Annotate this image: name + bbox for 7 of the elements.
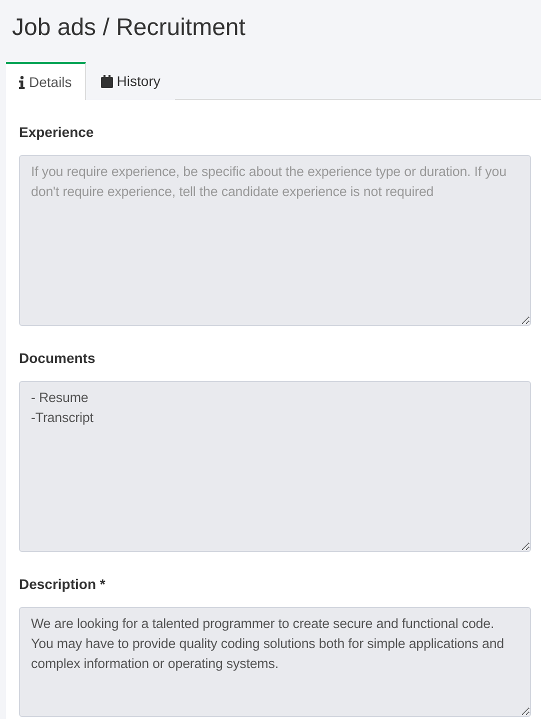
field-label: Documents — [19, 349, 96, 368]
calendar-icon — [100, 74, 113, 88]
field-label: Description * — [19, 575, 106, 594]
field-label: Experience — [19, 123, 95, 142]
page-title: Job ads / Recruitment — [11, 13, 246, 43]
tab[interactable]: Details — [6, 62, 86, 100]
info-icon — [19, 76, 25, 88]
